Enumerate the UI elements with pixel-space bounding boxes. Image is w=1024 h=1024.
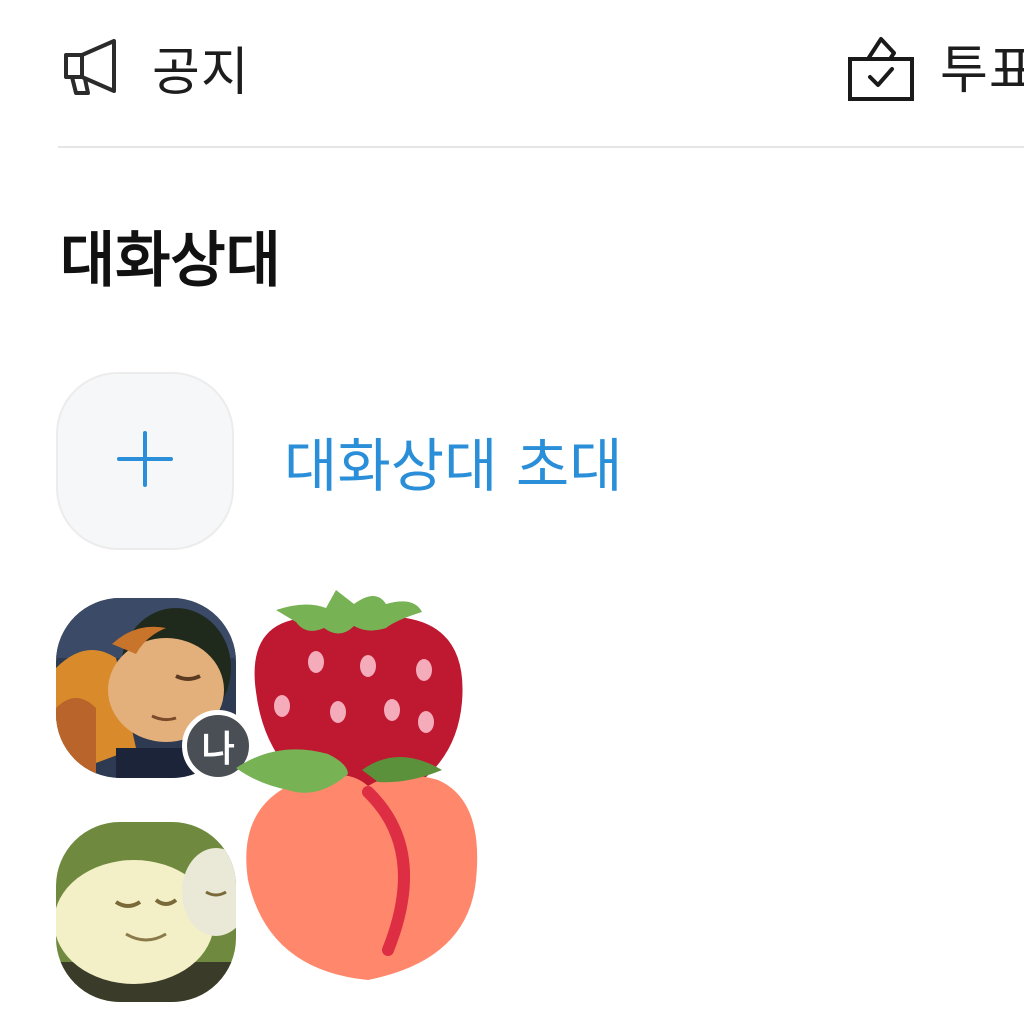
section-title: 대화상대 (60, 226, 281, 296)
megaphone-icon (58, 33, 128, 103)
divider (58, 146, 1024, 148)
invite-participant-button[interactable]: 대화상대 초대 (56, 372, 623, 550)
peach-sticker (236, 749, 478, 980)
invite-label: 대화상대 초대 (284, 432, 623, 500)
chat-room-drawer: 공지 투표 대화상대 대화상대 초대 나 (0, 0, 1024, 1024)
member-avatar-me[interactable]: 나 (56, 598, 254, 782)
invite-tile[interactable] (56, 372, 234, 550)
vote-label: 투표 (940, 41, 1024, 101)
vote-menu-item[interactable]: 투표 (846, 28, 1024, 103)
member-avatar[interactable] (56, 822, 236, 1002)
plus-icon (115, 429, 175, 493)
notice-menu-item[interactable]: 공지 (58, 30, 250, 105)
avatar[interactable] (56, 822, 236, 1002)
ballot-box-icon (846, 31, 916, 101)
notice-label: 공지 (152, 43, 250, 103)
